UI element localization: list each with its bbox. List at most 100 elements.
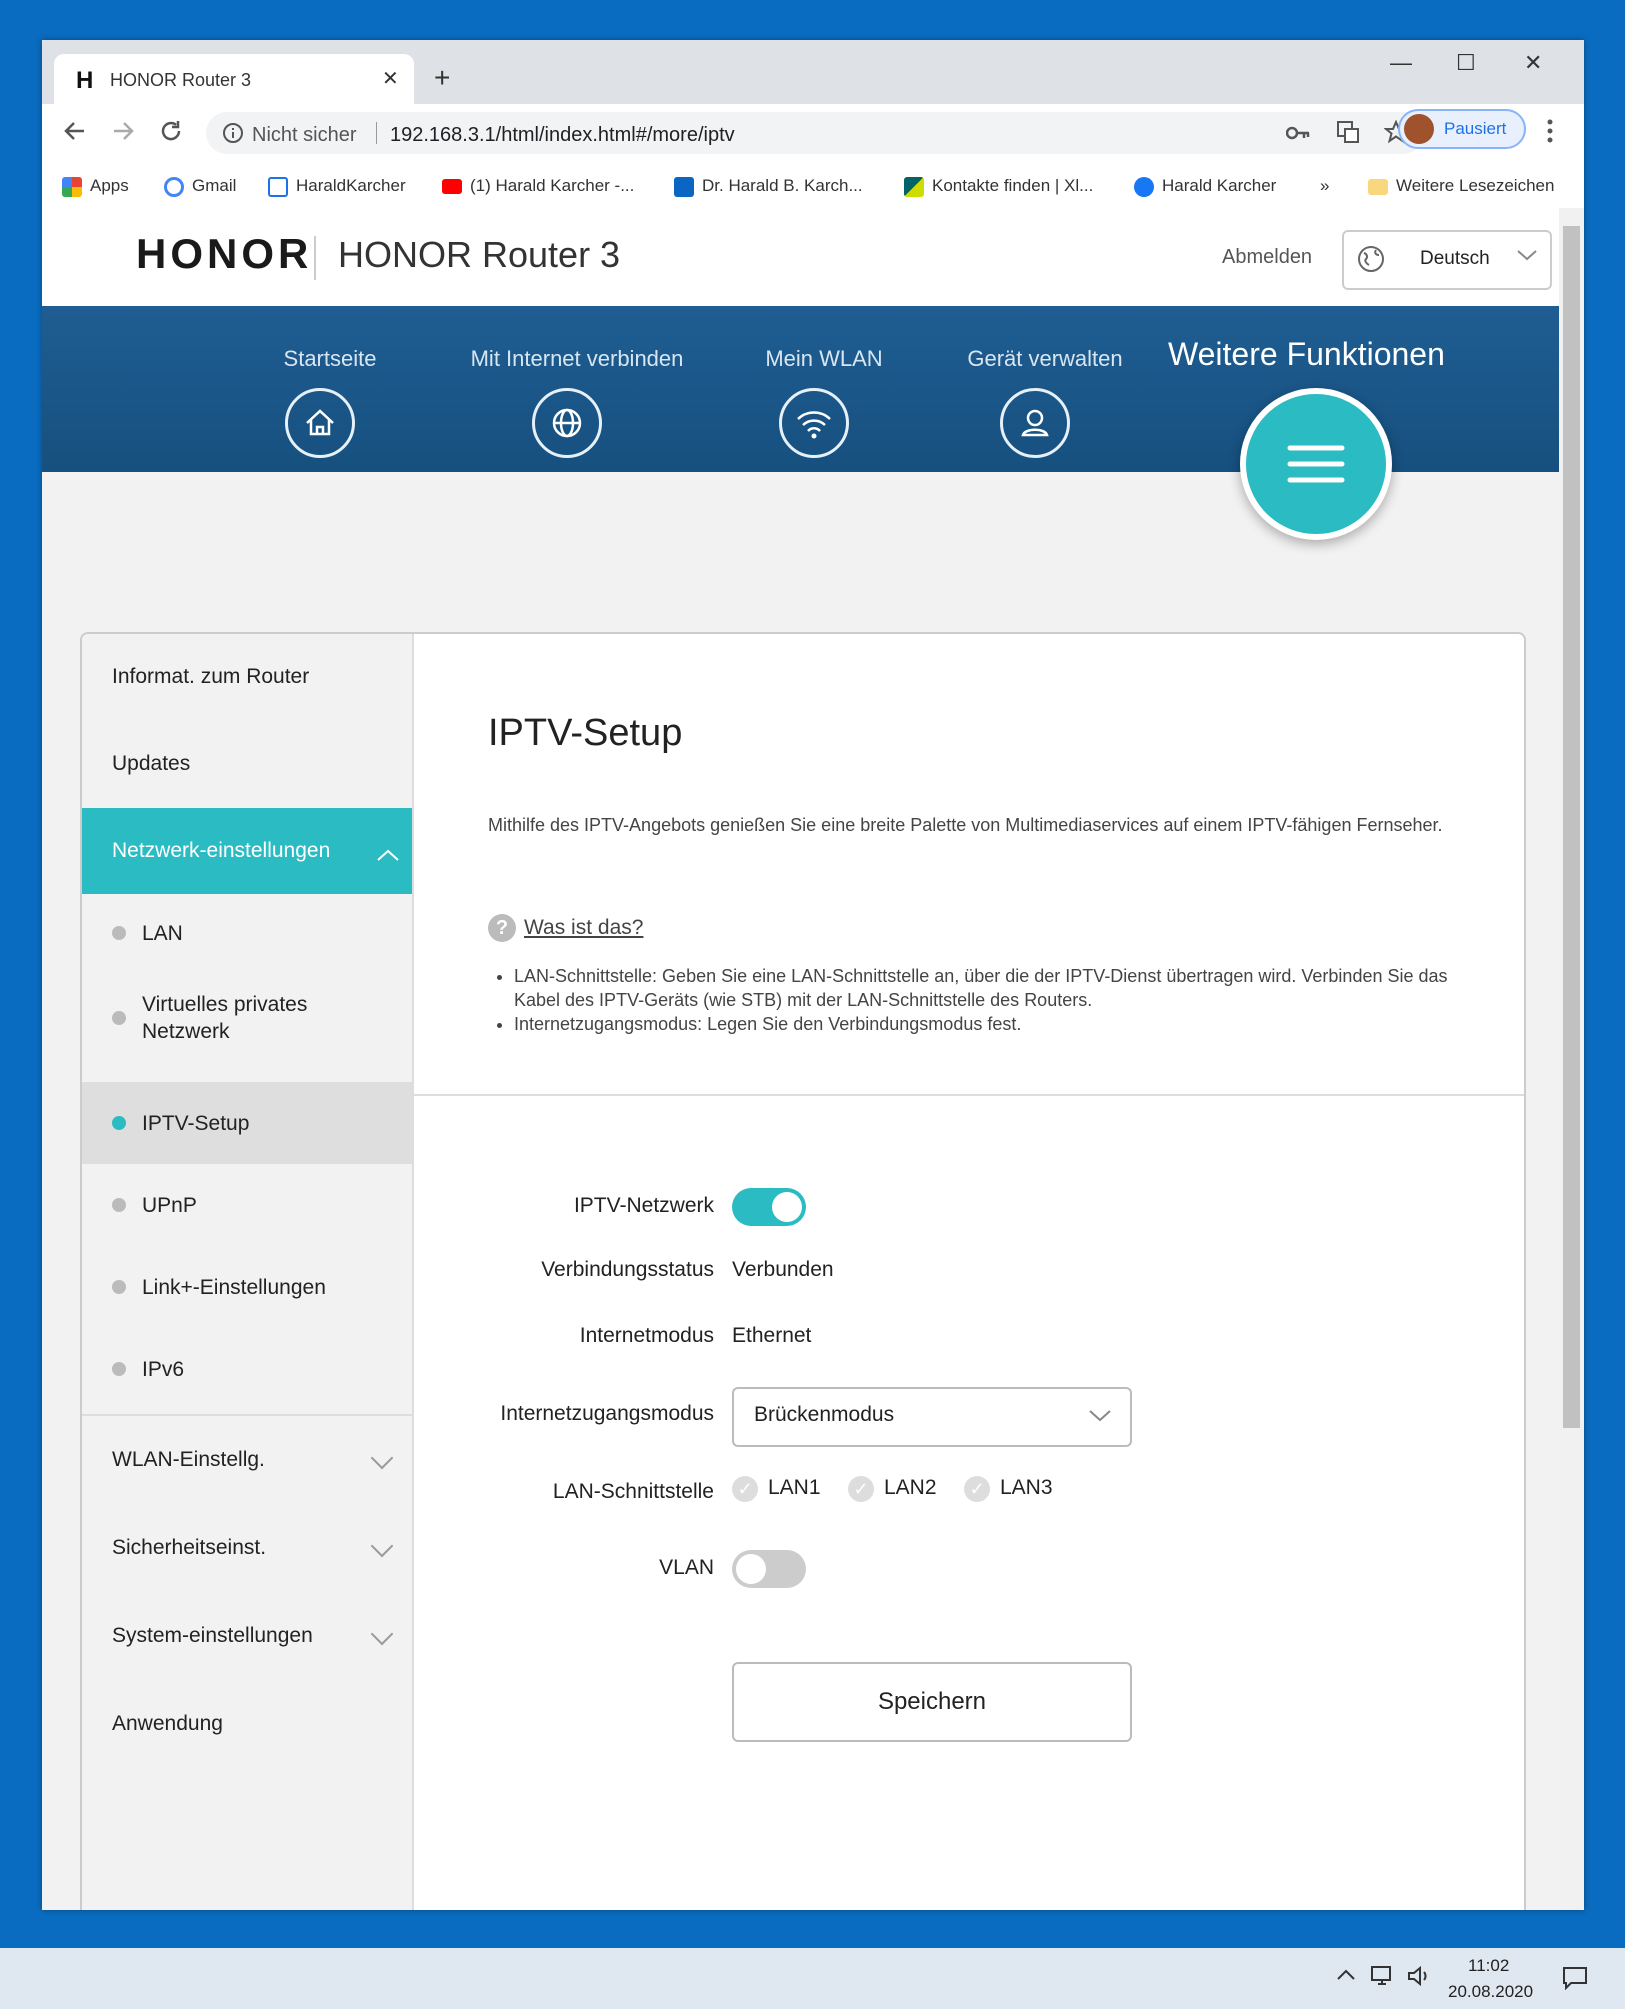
- url-text[interactable]: 192.168.3.1/html/index.html#/more/iptv: [390, 124, 735, 147]
- maximize-icon[interactable]: ☐: [1456, 50, 1476, 76]
- bookmark-gmail[interactable]: Gmail: [164, 176, 236, 197]
- sidebar-item-sicherheit[interactable]: Sicherheitseinst.: [82, 1504, 412, 1592]
- sidebar-item-linkplus[interactable]: Link+-Einstellungen: [82, 1246, 412, 1328]
- logout-link[interactable]: Abmelden: [1222, 246, 1312, 269]
- sidebar-item-lan[interactable]: LAN: [82, 890, 412, 976]
- globe-nav-icon[interactable]: [532, 388, 602, 458]
- forward-icon[interactable]: [110, 118, 136, 151]
- sidebar-item-upnp[interactable]: UPnP: [82, 1164, 412, 1246]
- window-close-icon[interactable]: ✕: [1524, 50, 1542, 76]
- access-mode-value: Brückenmodus: [754, 1403, 895, 1426]
- access-mode-label: Internetzugangsmodus: [500, 1402, 714, 1425]
- bookmark-xing[interactable]: Kontakte finden | Xl...: [904, 176, 1093, 197]
- section-divider: [414, 1094, 1524, 1096]
- bookmark-facebook[interactable]: Harald Karcher: [1134, 176, 1276, 197]
- bookmark-apps[interactable]: Apps: [62, 176, 129, 197]
- vlan-toggle[interactable]: [732, 1550, 806, 1588]
- hamburger-icon: [1286, 434, 1346, 499]
- status-value: Verbunden: [732, 1258, 834, 1281]
- chevron-down-icon: [1516, 248, 1538, 267]
- lan2-checkbox[interactable]: ✓: [848, 1476, 874, 1502]
- bookmark-label: Gmail: [192, 176, 237, 195]
- facebook-icon: [1134, 176, 1154, 197]
- lan2-label: LAN2: [884, 1476, 937, 1499]
- honor-logo: HONOR: [136, 230, 313, 277]
- apps-grid-icon: [62, 176, 82, 197]
- sidebar-item-ipv6[interactable]: IPv6: [82, 1328, 412, 1410]
- chevron-up-icon[interactable]: [1336, 1968, 1356, 1987]
- back-icon[interactable]: [62, 118, 88, 151]
- bullet-mode: Internetzugangsmodus: Legen Sie den Verb…: [514, 1012, 1488, 1036]
- lan3-checkbox[interactable]: ✓: [964, 1476, 990, 1502]
- clock-date[interactable]: 20.08.2020: [1448, 1982, 1533, 2002]
- bookmark-haraldkarcher[interactable]: HaraldKarcher: [268, 176, 406, 197]
- key-icon[interactable]: [1285, 122, 1310, 149]
- help-link[interactable]: Was ist das?: [524, 916, 643, 940]
- nav-geraet[interactable]: Gerät verwalten: [935, 346, 1155, 372]
- sidebar-item-netzwerk[interactable]: Netzwerk-einstellungen: [82, 808, 412, 894]
- bookmarks-bar: Apps Gmail HaraldKarcher (1) Harald Karc…: [42, 164, 1584, 209]
- info-icon[interactable]: [222, 122, 244, 149]
- bookmark-linkedin[interactable]: Dr. Harald B. Karch...: [674, 176, 863, 197]
- header-divider: [314, 236, 316, 280]
- address-bar[interactable]: Nicht sicher 192.168.3.1/html/index.html…: [206, 112, 1424, 154]
- more-functions-button[interactable]: [1240, 388, 1392, 540]
- volume-icon[interactable]: [1406, 1964, 1432, 1993]
- minimize-icon[interactable]: —: [1390, 50, 1412, 76]
- bookmark-other[interactable]: Weitere Lesezeichen: [1368, 176, 1554, 196]
- profile-button[interactable]: Pausiert: [1398, 109, 1526, 149]
- xing-icon: [904, 176, 924, 197]
- clock-time[interactable]: 11:02: [1468, 1956, 1509, 1976]
- bookmarks-more-icon[interactable]: »: [1320, 176, 1329, 196]
- nav-startseite[interactable]: Startseite: [220, 346, 440, 372]
- bullet-dot: [112, 1280, 126, 1294]
- nav-internet[interactable]: Mit Internet verbinden: [467, 346, 687, 372]
- notification-icon[interactable]: [1562, 1966, 1588, 1995]
- home-icon[interactable]: [285, 388, 355, 458]
- page-icon: [268, 176, 288, 197]
- help-icon[interactable]: ?: [488, 914, 516, 942]
- wifi-icon[interactable]: [779, 388, 849, 458]
- reload-icon[interactable]: [158, 118, 184, 151]
- bookmark-label: (1) Harald Karcher -...: [470, 176, 635, 195]
- browser-tab[interactable]: H HONOR Router 3 ✕: [54, 54, 414, 104]
- google-icon: [164, 176, 184, 197]
- sidebar-item-label: UPnP: [142, 1193, 197, 1217]
- chevron-down-icon: [370, 1446, 394, 1470]
- nav-weitere-funktionen[interactable]: Weitere Funktionen: [1168, 336, 1445, 373]
- bookmark-label: Apps: [90, 176, 129, 195]
- bookmark-label: Weitere Lesezeichen: [1396, 176, 1555, 195]
- tab-close-icon[interactable]: ✕: [382, 66, 399, 91]
- mode-label: Internetmodus: [579, 1324, 714, 1347]
- sidebar-item-system[interactable]: System-einstellungen: [82, 1592, 412, 1680]
- globe-icon: [1356, 244, 1386, 279]
- sidebar-item-router-info[interactable]: Informat. zum Router: [82, 634, 412, 720]
- user-icon[interactable]: [1000, 388, 1070, 458]
- page-description: Mithilfe des IPTV-Angebots genießen Sie …: [488, 815, 1443, 835]
- language-value: Deutsch: [1420, 248, 1490, 269]
- save-button[interactable]: Speichern: [732, 1662, 1132, 1742]
- sidebar-item-iptv[interactable]: IPTV-Setup: [82, 1082, 412, 1164]
- sidebar-item-wlan[interactable]: WLAN-Einstellg.: [82, 1416, 412, 1504]
- bullet-dot: [112, 1198, 126, 1212]
- sidebar-item-anwendung[interactable]: Anwendung: [82, 1680, 412, 1768]
- sidebar-item-vpn[interactable]: Virtuelles privates Netzwerk: [82, 972, 412, 1064]
- network-icon[interactable]: [1370, 1964, 1396, 1993]
- bookmark-youtube[interactable]: (1) Harald Karcher -...: [442, 176, 634, 196]
- lan1-checkbox[interactable]: ✓: [732, 1476, 758, 1502]
- language-select[interactable]: Deutsch: [1342, 230, 1552, 290]
- sidebar: Informat. zum Router Updates Netzwerk-ei…: [82, 634, 414, 1910]
- sidebar-item-updates[interactable]: Updates: [82, 721, 412, 807]
- nav-wlan[interactable]: Mein WLAN: [714, 346, 934, 372]
- tab-favicon: H: [76, 67, 94, 94]
- iptv-toggle[interactable]: [732, 1188, 806, 1226]
- access-mode-select[interactable]: Brückenmodus: [732, 1387, 1132, 1447]
- menu-dots-icon[interactable]: [1546, 118, 1554, 149]
- bookmark-label: HaraldKarcher: [296, 176, 406, 195]
- page-title: IPTV-Setup: [488, 712, 683, 754]
- translate-icon[interactable]: [1336, 120, 1360, 149]
- new-tab-icon[interactable]: +: [434, 62, 450, 94]
- scrollbar-thumb[interactable]: [1563, 226, 1580, 1428]
- page-scrollbar[interactable]: [1559, 208, 1584, 1910]
- avatar: [1404, 114, 1434, 144]
